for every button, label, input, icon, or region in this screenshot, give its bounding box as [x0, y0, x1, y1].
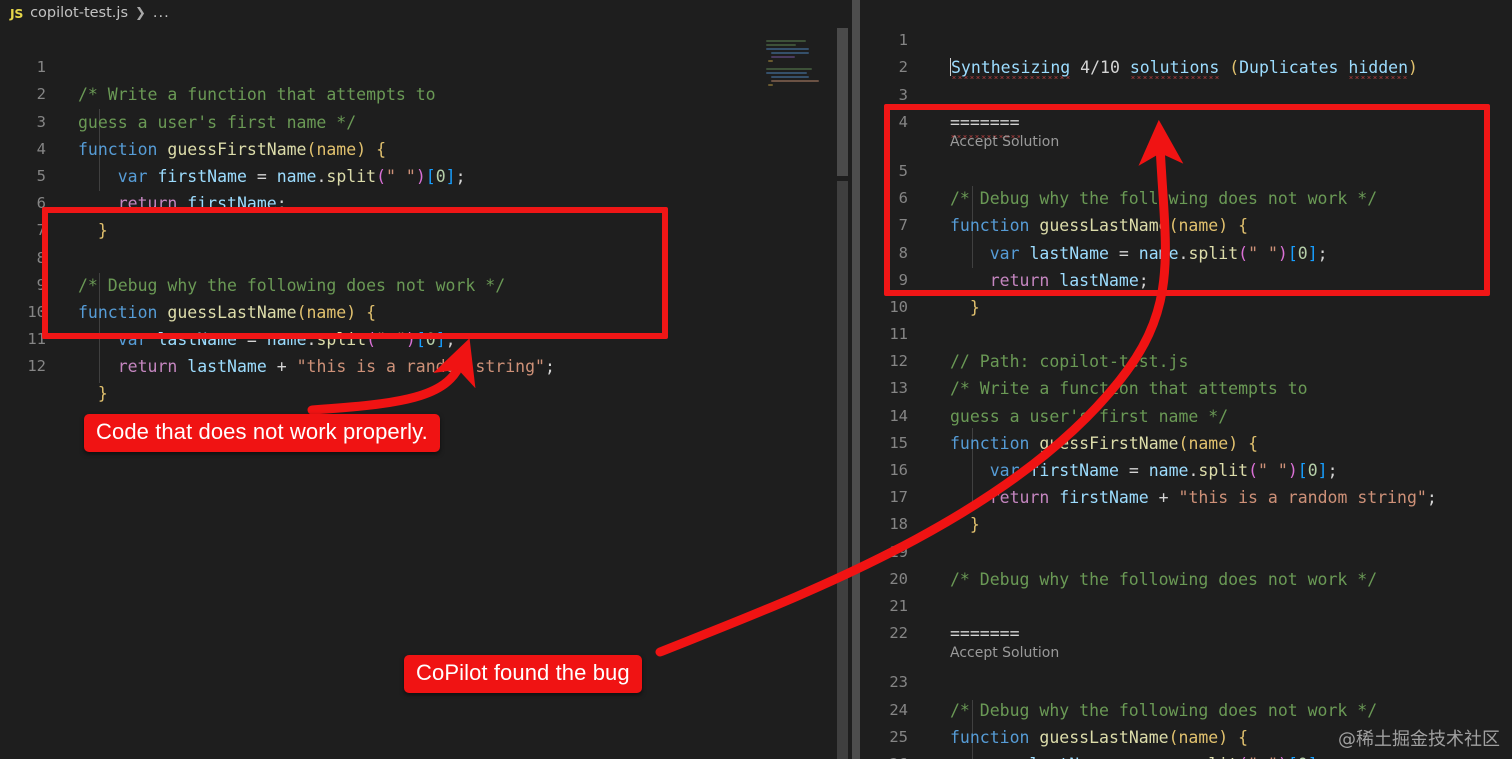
breadcrumb[interactable]: JS copilot-test.js ❯ ... — [0, 0, 836, 26]
code-line: 15 var firstName = name.split(" ")[0]; — [862, 403, 1512, 480]
code-line: 25 var lastName = name.split(" ")[0]; — [862, 697, 1512, 759]
code-line: 2 guess a user's first name */ — [0, 54, 760, 131]
code-line: 3 ======= — [862, 54, 1512, 136]
code-line: 1 /* Write a function that attempts to — [0, 27, 760, 104]
code-line: 23 /* Debug why the following does not w… — [862, 642, 1512, 719]
code-lines-left[interactable]: 1 /* Write a function that attempts to 2… — [0, 27, 760, 403]
code-line: 6 function guessLastName(name) { — [862, 158, 1512, 235]
code-line: 9 } — [862, 240, 1512, 317]
code-line: 21 ======= — [862, 566, 1512, 643]
line-number: 12 — [27, 357, 46, 376]
javascript-file-icon: JS — [10, 5, 24, 21]
chevron-right-icon: ❯ — [135, 5, 146, 21]
code-line: 5 /* Debug why the following does not wo… — [862, 131, 1512, 208]
accept-solution-row: Accept Solution — [862, 109, 1512, 150]
code-line: 20 — [862, 539, 1512, 588]
code-line: 12 } — [0, 326, 760, 403]
code-line: 12 /* Write a function that attempts to — [862, 321, 1512, 398]
accept-solution-row: Accept Solution — [862, 620, 1512, 661]
code-line: 27 } — [862, 751, 1512, 759]
code-line: 11 // Path: copilot-test.js — [862, 294, 1512, 371]
code-line: 19 /* Debug why the following does not w… — [862, 511, 1512, 589]
code-line: 9 function guessLastName(name) { — [0, 245, 760, 322]
code-line: 3 function guessFirstName(name) { — [0, 81, 760, 159]
editor-pane-left: JS copilot-test.js ❯ ... 1 /* Write a fu… — [0, 0, 836, 759]
code-line: 8 /* Debug why the following does not wo… — [0, 217, 760, 295]
code-line: 7 — [0, 190, 760, 239]
code-line: 8 return lastName; — [862, 212, 1512, 290]
code-line: 4 — [862, 82, 1512, 131]
code-line: 26 return lastName; — [862, 724, 1512, 759]
pane-divider-handle[interactable] — [852, 0, 860, 759]
code-line: 13 guess a user's first name */ — [862, 348, 1512, 425]
code-line: 4 var firstName = name.split(" ")[0]; — [0, 109, 760, 186]
code-line: 24 function guessLastName(name) { — [862, 669, 1512, 747]
copilot-solutions-pane: 1 Synthesizing 4/10 solutions (Duplicate… — [862, 0, 1512, 759]
code-line: 10 — [862, 267, 1512, 316]
code-line: 22 — [862, 593, 1512, 642]
scrollbar-thumb-lower[interactable] — [837, 181, 848, 759]
code-line: 11 return lastName + "this is a random s… — [0, 299, 760, 376]
code-line: 6 } — [0, 163, 760, 240]
code-line: 18 — [862, 484, 1512, 533]
code-line: 17 } — [862, 457, 1512, 534]
code-line: 10 var lastName = name.split(" ")[0]; — [0, 272, 760, 349]
scrollbar-thumb-upper[interactable] — [837, 28, 848, 176]
line-content: } — [97, 384, 108, 404]
editor-scrollbar-left[interactable] — [836, 0, 850, 759]
code-line: 14 function guessFirstName(name) { — [862, 375, 1512, 453]
breadcrumb-filename[interactable]: copilot-test.js — [30, 5, 128, 21]
minimap[interactable] — [760, 28, 822, 759]
line-content: return lastName + "this is a random stri… — [117, 357, 555, 377]
solutions-status-line: 1 Synthesizing 4/10 solutions (Duplicate… — [862, 0, 1512, 78]
breadcrumb-overflow[interactable]: ... — [153, 5, 170, 21]
code-line: 16 return firstName + "this is a random … — [862, 430, 1512, 507]
code-line: 5 return firstName; — [0, 136, 760, 213]
app-root: JS copilot-test.js ❯ ... 1 /* Write a fu… — [0, 0, 1512, 759]
code-line: 2 — [862, 27, 1512, 76]
code-line: 7 var lastName = name.split(" ")[0]; — [862, 185, 1512, 262]
